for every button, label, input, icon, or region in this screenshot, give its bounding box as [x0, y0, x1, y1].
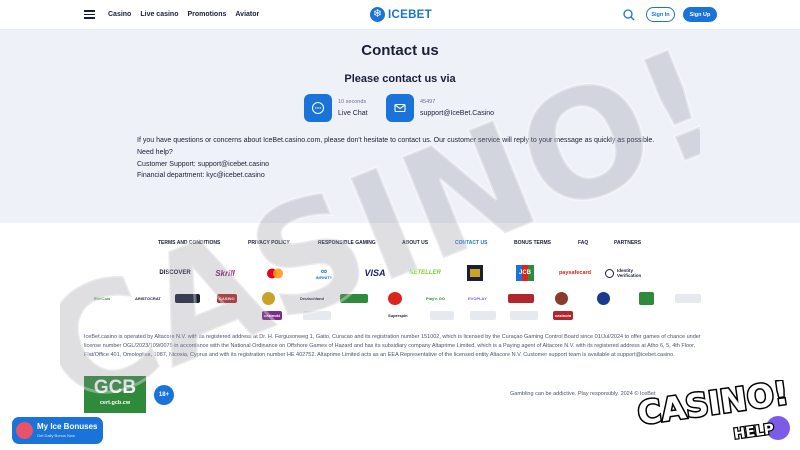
discover-logo: DISCOVER	[159, 270, 191, 276]
provider-badge-logo	[467, 265, 483, 281]
contact-section: Contact us Please contact us via 10 seco…	[0, 30, 800, 223]
live-chat-meta: 10 seconds	[338, 99, 367, 105]
nav-casino[interactable]: Casino	[108, 11, 131, 18]
badge-inner-icon	[470, 269, 480, 277]
deutschland-logo: Deutschland	[300, 296, 325, 301]
identity-verification-label: Identity Verification	[617, 268, 642, 278]
financial-department-line: Financial department: kyc@icebet.casino	[137, 172, 265, 180]
customer-support-line: Customer Support: support@icebet.casino	[137, 160, 270, 168]
chat-bubble-icon	[304, 94, 332, 122]
casino-help-logo: CASINO! HELP	[636, 380, 792, 442]
nav-live-casino[interactable]: Live casino	[140, 11, 178, 18]
skrill-logo: Skrill	[215, 268, 235, 278]
promo-subtitle: Get Daily Bonus Now	[37, 433, 76, 438]
aristocrat-logo: ARISTOCRAT	[135, 296, 161, 301]
provider-logo-13	[597, 292, 610, 305]
evoplay-logo: EVOPLAY	[468, 296, 487, 301]
infinity-label: INFINITY	[315, 274, 333, 280]
bonus-avatar-icon	[16, 422, 33, 439]
need-help-text: Need help?	[137, 148, 173, 156]
sign-up-button[interactable]: Sign Up	[683, 7, 717, 22]
footer-link-faq[interactable]: FAQ	[578, 240, 588, 246]
email-label: support@IceBet.Casino	[420, 110, 495, 117]
provider-logo-14	[639, 292, 654, 305]
age-restriction-badge: 18+	[154, 385, 174, 405]
email-meta: 45497	[420, 99, 436, 105]
footer-link-terms[interactable]: TERMS AND CONDITIONS	[158, 240, 220, 246]
mastercard-logo	[263, 265, 287, 281]
provider-logo-7	[340, 294, 368, 303]
page-title: Contact us	[361, 42, 439, 59]
neteller-logo: NETELLER	[409, 270, 441, 276]
visa-logo: VISA	[364, 268, 386, 278]
contact-paragraph: If you have questions or concerns about …	[137, 137, 655, 144]
contact-subtitle: Please contact us via	[344, 73, 456, 85]
provider-logo-24	[510, 311, 538, 320]
casinoki-logo: casinoki	[262, 311, 283, 320]
logo-text: ICEBET	[388, 8, 432, 21]
footer-link-contact[interactable]: CONTACT US	[455, 240, 487, 246]
provider-logo-8	[388, 292, 402, 305]
hamburger-icon[interactable]	[84, 10, 95, 19]
legal-text: IceBet.casino is operated by Altacore N.…	[84, 334, 701, 358]
superspin-logo: Superspin	[388, 313, 408, 318]
footer-link-bonus-terms[interactable]: BONUS TERMS	[514, 240, 551, 246]
snowflake-icon: ❄	[370, 7, 385, 22]
live-chat-label: Live Chat	[338, 110, 368, 117]
infinity-logo: ∞ INFINITY	[312, 265, 336, 281]
infinity-icon: ∞	[320, 265, 328, 276]
fingerprint-icon	[605, 268, 614, 278]
provider-logo-23	[470, 311, 496, 320]
provider-logo-15	[675, 294, 701, 303]
nav-promotions[interactable]: Promotions	[187, 11, 226, 18]
responsible-gambling-note: Gambling can be addictive. Play responsi…	[510, 391, 656, 397]
gcb-seal-text: GCB	[93, 377, 137, 398]
main-nav: Casino Live casino Promotions Aviator	[108, 11, 259, 18]
casino-provider-logo: CASINO	[217, 294, 237, 303]
top-header: Casino Live casino Promotions Aviator ❄ …	[0, 0, 800, 30]
live-chat-channel[interactable]: 10 seconds Live Chat	[304, 94, 368, 122]
nav-aviator[interactable]: Aviator	[235, 11, 259, 18]
my-ice-bonuses-widget[interactable]: My Ice Bonuses Get Daily Bonus Now	[12, 417, 103, 444]
identity-verification-logo: Identity Verification	[604, 265, 650, 281]
casinoin-logo: casinoin	[553, 311, 574, 320]
provider-logo-22	[430, 311, 454, 320]
provider-logo-12	[555, 292, 568, 305]
search-icon[interactable]	[623, 9, 635, 21]
footer-link-responsible-gaming[interactable]: RESPONSIBLE GAMING	[318, 240, 376, 246]
contact-info: If you have questions or concerns about …	[137, 135, 657, 182]
gcb-license-seal[interactable]: GCB cert.gcb.cw	[84, 376, 146, 413]
promo-title: My Ice Bonuses	[37, 422, 98, 431]
paysafecard-logo: paysafecard	[558, 270, 592, 276]
footer-link-about[interactable]: ABOUT US	[402, 240, 428, 246]
slotcats-logo: SlotCats	[94, 296, 111, 301]
brand-mark-sub: HELP	[733, 421, 775, 442]
sign-in-button[interactable]: Sign In	[646, 7, 675, 22]
provider-logo-5	[262, 292, 275, 305]
email-channel[interactable]: 45497 support@IceBet.Casino	[386, 94, 494, 122]
provider-logo-11	[508, 294, 534, 303]
provider-logo-20	[303, 311, 331, 320]
envelope-icon	[386, 94, 414, 122]
provider-logo-3	[175, 294, 200, 303]
playngo-logo: Play'n GO	[426, 296, 445, 301]
jcb-logo: JCB	[516, 265, 534, 281]
icebet-logo[interactable]: ❄ ICEBET	[370, 7, 432, 22]
footer-link-partners[interactable]: PARTNERS	[614, 240, 641, 246]
footer-link-privacy[interactable]: PRIVACY POLICY	[248, 240, 290, 246]
gcb-seal-url: cert.gcb.cw	[99, 400, 131, 406]
